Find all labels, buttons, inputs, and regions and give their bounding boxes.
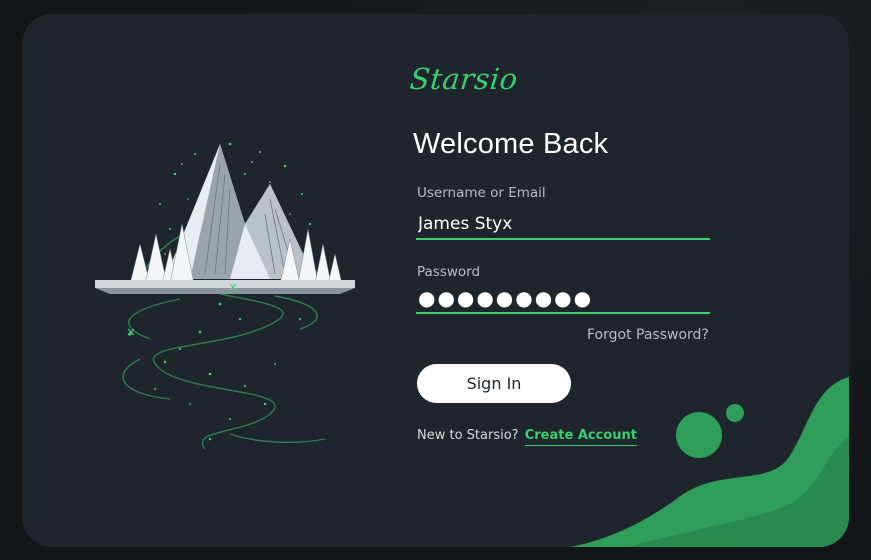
page-title: Welcome Back [413, 128, 609, 160]
username-label: Username or Email [417, 185, 546, 201]
login-card: Starsio Welcome Back Username or Email P… [22, 14, 849, 547]
password-label: Password [417, 264, 481, 280]
username-input[interactable] [416, 210, 710, 240]
brand-logo: Starsio [408, 62, 520, 96]
new-account-prefix: New to Starsio? [417, 428, 519, 443]
mountain-river-illustration [95, 142, 355, 450]
green-blob-decoration [569, 377, 849, 547]
password-input[interactable] [416, 284, 710, 314]
sign-in-button[interactable]: Sign In [417, 364, 571, 403]
forgot-password-link[interactable]: Forgot Password? [587, 327, 709, 343]
